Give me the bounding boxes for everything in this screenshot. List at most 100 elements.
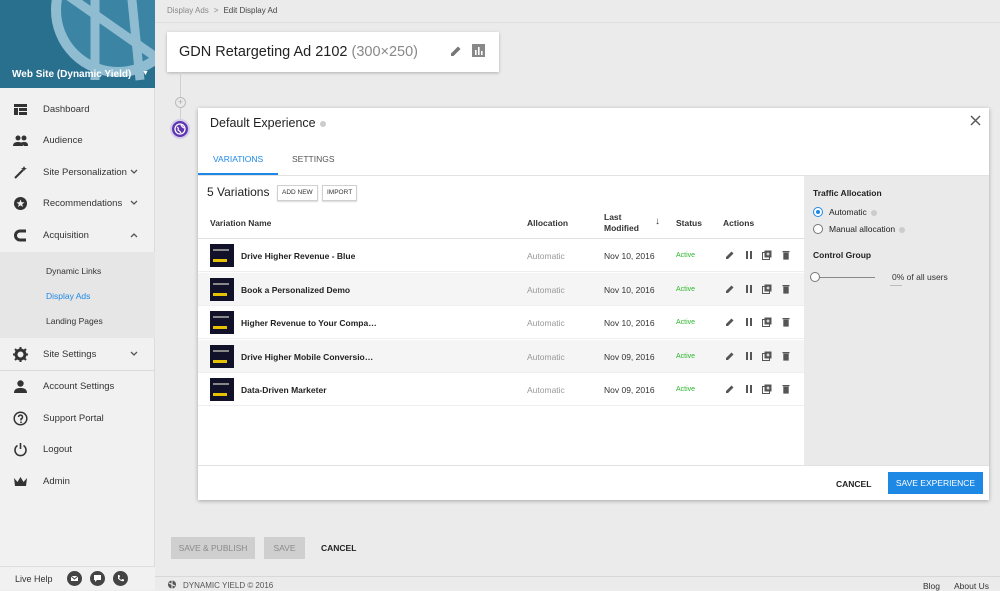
sidebar-item-support-portal[interactable]: Support Portal: [0, 403, 155, 434]
column-allocation[interactable]: Allocation: [527, 218, 568, 228]
traffic-allocation-title: Traffic Allocation: [813, 188, 882, 198]
info-icon[interactable]: [319, 120, 326, 127]
variation-thumbnail[interactable]: [210, 278, 234, 301]
table-row[interactable]: Drive Higher Mobile Conversio… Automatic N…: [198, 340, 804, 373]
sidebar-item-dashboard[interactable]: Dashboard: [0, 94, 155, 125]
site-selector[interactable]: Web Site (Dynamic Yield) ▼: [0, 0, 155, 88]
column-actions: Actions: [723, 218, 755, 228]
duplicate-icon[interactable]: [762, 284, 772, 294]
add-experience-icon[interactable]: +: [175, 97, 186, 108]
chat-icon[interactable]: [90, 571, 105, 586]
ad-header-card: GDN Retargeting Ad 2102 (300×250): [167, 32, 499, 72]
pause-icon[interactable]: [744, 317, 754, 327]
trash-icon[interactable]: [781, 351, 791, 361]
chevron-down-icon: [130, 200, 138, 205]
phone-icon[interactable]: [113, 571, 128, 586]
pause-icon[interactable]: [744, 384, 754, 394]
duplicate-icon[interactable]: [762, 317, 772, 327]
sidebar-item-account-settings[interactable]: Account Settings: [0, 371, 155, 402]
trash-icon[interactable]: [781, 250, 791, 260]
sort-arrow-icon[interactable]: ↓: [655, 216, 660, 227]
variation-last-modified: Nov 10, 2016: [604, 285, 655, 295]
pencil-icon[interactable]: [450, 45, 462, 57]
sidebar-subitem-dynamic-links[interactable]: Dynamic Links: [46, 266, 101, 276]
table-row[interactable]: Book a Personalized Demo Automatic Nov 10,…: [198, 273, 804, 306]
sidebar-item-recommendations[interactable]: Recommendations: [0, 188, 155, 219]
pause-icon[interactable]: [744, 351, 754, 361]
save-button[interactable]: SAVE: [264, 537, 305, 559]
chevron-down-icon: [130, 351, 138, 356]
duplicate-icon[interactable]: [762, 250, 772, 260]
sidebar-item-acquisition[interactable]: Acquisition: [0, 220, 155, 251]
variation-name[interactable]: Drive Higher Mobile Conversio…: [241, 352, 373, 362]
cancel-button[interactable]: CANCEL: [836, 479, 871, 489]
sidebar-item-label: Recommendations: [43, 198, 123, 209]
column-variation-name[interactable]: Variation Name: [210, 218, 271, 228]
column-last-modified-line1[interactable]: Last: [604, 212, 621, 222]
experience-title: Default Experience: [210, 116, 326, 130]
sidebar-subitem-display-ads[interactable]: Display Ads: [46, 291, 90, 301]
variation-name[interactable]: Drive Higher Revenue - Blue: [241, 251, 355, 261]
table-row[interactable]: Drive Higher Revenue - Blue Automatic Nov …: [198, 239, 804, 272]
live-help-bar: Live Help: [0, 566, 155, 590]
pause-icon[interactable]: [744, 284, 754, 294]
tab-settings[interactable]: SETTINGS: [292, 154, 335, 164]
sidebar-item-site-personalization[interactable]: Site Personalization: [0, 157, 155, 188]
add-new-button[interactable]: ADD NEW: [277, 185, 318, 201]
sidebar-item-logout[interactable]: Logout: [0, 434, 155, 465]
control-group-slider-handle[interactable]: [810, 272, 820, 282]
trash-icon[interactable]: [781, 384, 791, 394]
variation-name[interactable]: Book a Personalized Demo: [241, 285, 350, 295]
control-group-slider[interactable]: [813, 277, 875, 278]
trash-icon[interactable]: [781, 317, 791, 327]
table-row[interactable]: Higher Revenue to Your Compa… Automatic No…: [198, 306, 804, 339]
trash-icon[interactable]: [781, 284, 791, 294]
column-last-modified-line2[interactable]: Modified: [604, 223, 639, 233]
sidebar-item-label: Site Personalization: [43, 167, 127, 178]
variation-name[interactable]: Data-Driven Marketer: [241, 385, 327, 395]
star-badge-icon: [14, 197, 27, 210]
save-and-publish-button[interactable]: SAVE & PUBLISH: [171, 537, 255, 559]
ad-name: GDN Retargeting Ad 2102: [179, 44, 348, 60]
globe-icon[interactable]: [170, 119, 190, 139]
tab-variations[interactable]: VARIATIONS: [213, 154, 263, 164]
column-status[interactable]: Status: [676, 218, 702, 228]
save-experience-button[interactable]: SAVE EXPERIENCE: [888, 472, 983, 494]
cancel-button[interactable]: CANCEL: [321, 543, 356, 553]
duplicate-icon[interactable]: [762, 384, 772, 394]
automatic-label: Automatic: [829, 207, 877, 217]
sidebar-item-audience[interactable]: Audience: [0, 125, 155, 156]
variation-name[interactable]: Higher Revenue to Your Compa…: [241, 318, 377, 328]
close-icon[interactable]: [970, 115, 981, 126]
experience-title-text: Default Experience: [210, 116, 316, 130]
import-button[interactable]: IMPORT: [322, 185, 358, 201]
variation-thumbnail[interactable]: [210, 244, 234, 267]
table-row[interactable]: Data-Driven Marketer Automatic Nov 09, 201…: [198, 373, 804, 406]
sidebar-item-admin[interactable]: Admin: [0, 466, 155, 497]
control-group-value-suffix: % of all users: [896, 272, 948, 282]
pencil-icon[interactable]: [725, 284, 735, 294]
footer: DYNAMIC YIELD © 2016 Blog About Us: [155, 576, 1000, 591]
variation-thumbnail[interactable]: [210, 311, 234, 334]
info-icon[interactable]: [899, 226, 906, 233]
variation-thumbnail[interactable]: [210, 345, 234, 368]
control-group-value[interactable]: 0% of all users: [892, 272, 948, 282]
email-icon[interactable]: [67, 571, 82, 586]
manual-allocation-radio[interactable]: [813, 224, 823, 234]
variation-thumbnail[interactable]: [210, 378, 234, 401]
sidebar: Web Site (Dynamic Yield) ▼ Dashboard Aud…: [0, 0, 155, 590]
info-icon[interactable]: [870, 209, 877, 216]
site-name: Web Site (Dynamic Yield): [12, 69, 132, 80]
pencil-icon[interactable]: [725, 317, 735, 327]
bar-chart-icon[interactable]: [472, 44, 485, 57]
sidebar-item-site-settings[interactable]: Site Settings: [0, 339, 155, 370]
pencil-icon[interactable]: [725, 384, 735, 394]
duplicate-icon[interactable]: [762, 351, 772, 361]
pencil-icon[interactable]: [725, 250, 735, 260]
pause-icon[interactable]: [744, 250, 754, 260]
automatic-radio[interactable]: [813, 207, 823, 217]
breadcrumb-parent[interactable]: Display Ads: [167, 6, 209, 15]
sidebar-subitem-landing-pages[interactable]: Landing Pages: [46, 316, 103, 326]
variation-last-modified: Nov 09, 2016: [604, 352, 655, 362]
pencil-icon[interactable]: [725, 351, 735, 361]
